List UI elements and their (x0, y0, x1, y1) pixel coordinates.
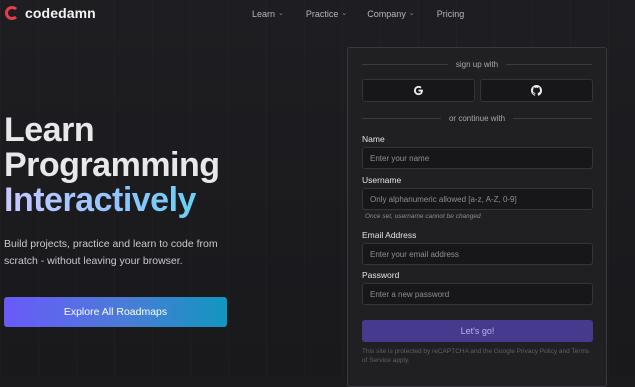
google-signup-button[interactable] (362, 79, 475, 102)
hero-title: Learn Programming Interactively (4, 113, 220, 218)
hero-title-line: Programming (4, 146, 220, 184)
main-nav: Learn ⌄ Practice ⌄ Company ⌄ Pricing (252, 9, 464, 19)
chevron-down-icon: ⌄ (341, 10, 348, 17)
nav-item-label: Pricing (436, 9, 465, 19)
sign-up-with-divider: sign up with (362, 58, 592, 70)
divider-label: sign up with (455, 59, 499, 69)
nav-item-company[interactable]: Company ⌄ (367, 9, 414, 19)
brand-name: codedamn (25, 5, 96, 21)
signup-card: sign up with or continue with Name Usern… (347, 47, 607, 387)
chevron-down-icon: ⌄ (278, 10, 284, 17)
password-input[interactable] (362, 283, 593, 305)
email-input[interactable] (362, 243, 593, 265)
explore-roadmaps-button[interactable]: Explore All Roadmaps (4, 297, 227, 327)
nav-item-label: Company (367, 9, 406, 19)
email-label: Email Address (362, 230, 417, 240)
codedamn-logo-icon (5, 6, 19, 20)
github-icon (531, 85, 542, 96)
nav-item-learn[interactable]: Learn ⌄ (252, 9, 284, 19)
submit-button[interactable]: Let's go! (362, 320, 593, 342)
top-navbar: codedamn Learn ⌄ Practice ⌄ Company ⌄ Pr… (0, 0, 635, 30)
nav-item-practice[interactable]: Practice ⌄ (306, 9, 347, 19)
nav-item-label: Practice (305, 9, 339, 19)
username-hint: Once set, username cannot be changed (365, 213, 481, 220)
nav-item-label: Learn (252, 9, 276, 19)
or-continue-divider: or continue with (362, 112, 592, 124)
divider-label: or continue with (448, 113, 506, 123)
password-label: Password (362, 270, 400, 280)
name-label: Name (362, 134, 385, 144)
google-icon (413, 85, 423, 96)
name-input[interactable] (362, 147, 593, 169)
chevron-down-icon: ⌄ (408, 10, 415, 17)
username-input[interactable] (362, 188, 593, 210)
hero-description: Build projects, practice and learn to co… (4, 238, 218, 267)
username-label: Username (362, 175, 402, 185)
nav-item-pricing[interactable]: Pricing (437, 9, 465, 19)
recaptcha-notice: This site is protected by reCAPTCHA and … (362, 348, 590, 364)
github-signup-button[interactable] (480, 79, 593, 102)
brand-logo[interactable]: codedamn (5, 5, 96, 21)
hero-title-highlight: Interactively (4, 183, 220, 218)
hero-title-line: Learn (4, 111, 95, 149)
